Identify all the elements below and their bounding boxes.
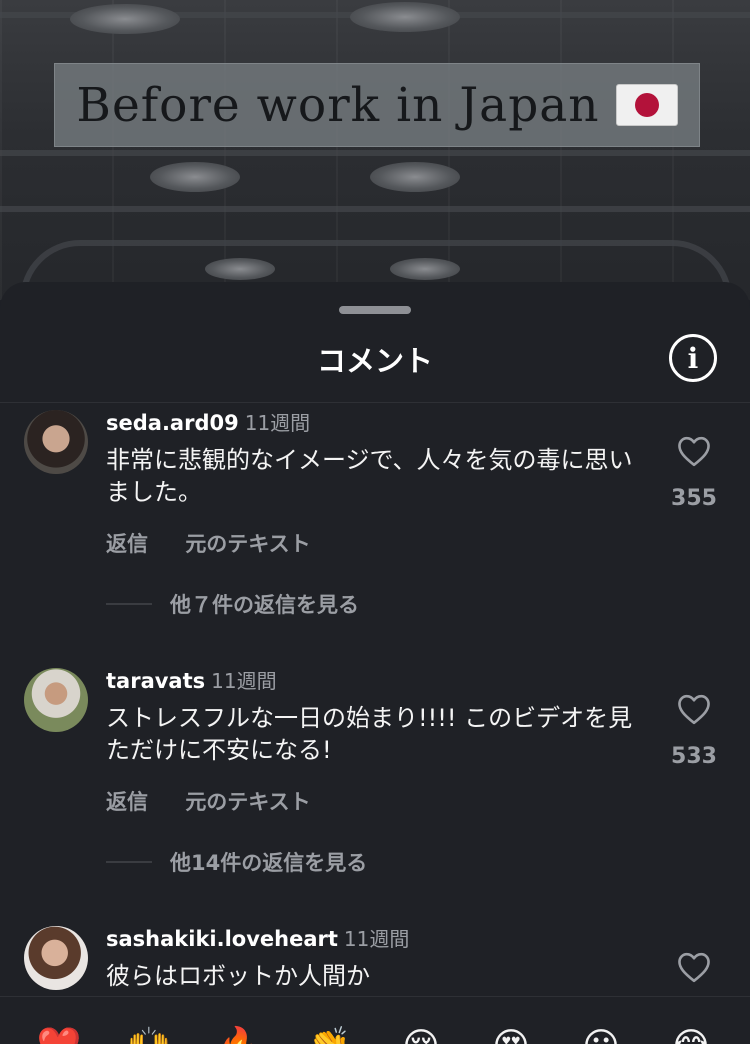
comment-username[interactable]: taravats	[106, 669, 205, 693]
comments-sheet: コメント i seda.ard09 11週間 非常に悲観的なイメージで、人々を気の…	[0, 282, 750, 1043]
drag-handle[interactable]	[339, 306, 411, 314]
avatar[interactable]	[24, 926, 88, 990]
ceiling-lamp	[70, 4, 180, 34]
ceiling-lamp	[350, 2, 460, 32]
raised-hands-emoji-button[interactable]: 🙌	[125, 1027, 173, 1044]
info-icon[interactable]: i	[669, 334, 717, 382]
heart-icon[interactable]	[676, 693, 712, 725]
heart-icon[interactable]	[676, 951, 712, 983]
like-count: 355	[671, 486, 717, 511]
replies-divider	[106, 603, 152, 605]
original-text-button[interactable]: 元のテキスト	[185, 532, 310, 556]
reply-button[interactable]: 返信	[106, 790, 148, 814]
video-background: Before work in Japan	[0, 0, 750, 300]
avatar[interactable]	[24, 410, 88, 474]
laughing-emoji-button[interactable]: 😂	[667, 1027, 715, 1044]
sheet-title: コメント	[316, 344, 433, 378]
header-divider	[0, 402, 750, 403]
comment-username[interactable]: sashakiki.loveheart	[106, 927, 338, 951]
comment-text: 彼らはロボットか人間か	[106, 962, 370, 990]
avatar[interactable]	[24, 668, 88, 732]
heart-eyes-emoji-button[interactable]: 😍	[487, 1027, 535, 1044]
comment-age: 11週間	[343, 927, 410, 951]
ceiling-lamp	[370, 162, 460, 192]
comment-text: 非常に悲観的なイメージで、人々を気の毒に思いました。	[106, 446, 633, 506]
comment-age: 11週間	[211, 669, 277, 693]
original-text-button[interactable]: 元のテキスト	[185, 790, 310, 814]
japan-flag-icon	[615, 84, 678, 126]
replies-divider	[106, 861, 152, 863]
like-count: 533	[671, 744, 717, 769]
comment-age: 11週間	[244, 411, 311, 435]
view-replies-label: 他14件の返信を見る	[170, 851, 368, 875]
comment-actions: 返信 元のテキスト	[106, 786, 341, 816]
reply-button[interactable]: 返信	[106, 532, 148, 556]
comment-text: ストレスフルな一日の始まり!!!! このビデオを見ただけに不安になる!	[106, 704, 633, 764]
comment-username-row: sashakiki.loveheart 11週間	[106, 923, 409, 952]
clap-emoji-button[interactable]: 👏	[305, 1027, 353, 1044]
view-replies-button[interactable]: 他14件の返信を見る	[106, 847, 367, 877]
video-caption-text: Before work in Japan	[76, 77, 600, 133]
comment-actions: 返信 元のテキスト	[106, 528, 341, 558]
ceiling-beam	[0, 150, 750, 156]
video-caption: Before work in Japan	[54, 63, 700, 147]
emoji-reaction-bar: ❤️ 🙌 🔥 👏 😢 😍 😮 😂	[0, 996, 750, 1044]
fire-emoji-button[interactable]: 🔥	[215, 1027, 263, 1044]
crying-emoji-button[interactable]: 😢	[397, 1027, 445, 1044]
view-replies-button[interactable]: 他７件の返信を見る	[106, 589, 359, 619]
comment-username-row: taravats 11週間	[106, 665, 277, 694]
ceiling-beam	[0, 206, 750, 212]
heart-emoji-button[interactable]: ❤️	[35, 1027, 83, 1044]
comment-username[interactable]: seda.ard09	[106, 411, 239, 435]
surprised-emoji-button[interactable]: 😮	[577, 1027, 625, 1044]
heart-icon[interactable]	[676, 435, 712, 467]
ceiling-lamp	[150, 162, 240, 192]
comment-username-row: seda.ard09 11週間	[106, 407, 310, 436]
view-replies-label: 他７件の返信を見る	[170, 593, 359, 617]
